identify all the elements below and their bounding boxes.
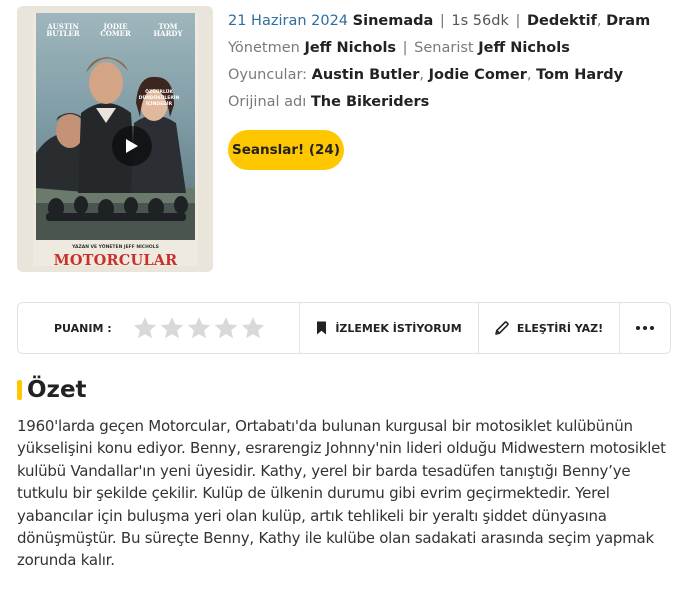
star-rating — [132, 315, 266, 341]
writer-link[interactable]: Jeff Nichols — [478, 40, 570, 56]
pencil-icon — [495, 321, 509, 335]
more-options-button[interactable] — [620, 303, 670, 353]
poster-card: AUSTIN BUTLER JODIE COMER TOM HARDY ÖZGÜ… — [17, 6, 213, 272]
actor-link[interactable]: Jodie Comer — [429, 67, 527, 83]
critique-label: ELEŞTİRİ YAZ! — [516, 321, 604, 335]
status-label: Sinemada — [352, 13, 434, 29]
director-link[interactable]: Jeff Nichols — [304, 40, 396, 56]
rating-section: PUANIM : — [18, 303, 300, 353]
summary-title: Özet — [27, 377, 87, 403]
duration: 1s 56dk — [451, 13, 509, 29]
writer-label: Senarist — [414, 40, 474, 56]
director-label: Yönetmen — [228, 40, 300, 56]
genre-link[interactable]: Dram — [606, 13, 650, 29]
crew-row: Yönetmen Jeff Nichols | Senarist Jeff Ni… — [228, 40, 570, 56]
watchlist-button[interactable]: İZLEMEK İSTİYORUM — [300, 303, 479, 353]
cast-row: Oyuncular: Austin Butler, Jodie Comer, T… — [228, 67, 624, 83]
poster-credit: YAZAN VE YÖNETEN JEFF NICHOLS — [72, 245, 159, 250]
star-icon[interactable] — [132, 315, 158, 341]
cast-label: Oyuncular: — [228, 67, 308, 83]
meta-row: 21 Haziran 2024 Sinemada | 1s 56dk | Ded… — [228, 13, 651, 29]
star-icon[interactable] — [213, 315, 239, 341]
play-icon — [126, 139, 138, 153]
poster-image — [36, 13, 195, 240]
original-title-label: Orijinal adı — [228, 94, 307, 110]
rating-label: PUANIM : — [54, 321, 112, 335]
poster-actor-3: TOM HARDY — [153, 22, 183, 38]
star-icon[interactable] — [159, 315, 185, 341]
actor-link[interactable]: Austin Butler — [312, 67, 420, 83]
accent-bar — [17, 380, 22, 400]
star-icon[interactable] — [186, 315, 212, 341]
original-title-row: Orijinal adı The Bikeriders — [228, 92, 668, 119]
original-title: The Bikeriders — [310, 94, 430, 110]
write-critique-button[interactable]: ELEŞTİRİ YAZ! — [479, 303, 620, 353]
movie-info: 21 Haziran 2024 Sinemada | 1s 56dk | Ded… — [228, 11, 668, 119]
poster-actor-2: JODIE COMER — [100, 22, 131, 38]
action-bar: PUANIM : İZLEMEK İSTİYORUM ELEŞTİRİ YAZ! — [17, 302, 671, 354]
sessions-button[interactable]: Seanslar! (24) — [228, 130, 344, 170]
genre-link[interactable]: Dedektif — [527, 13, 597, 29]
play-trailer-button[interactable] — [112, 126, 152, 166]
star-icon[interactable] — [240, 315, 266, 341]
poster-tagline: ÖZGÜRLÜK DÜNDÜKÜLERİN İÇİNDEDİR — [138, 90, 180, 107]
watchlist-label: İZLEMEK İSTİYORUM — [335, 321, 462, 335]
summary-heading: Özet — [17, 375, 87, 405]
summary-text: 1960'larda geçen Motorcular, Ortabatı'da… — [17, 417, 666, 570]
more-dots-icon — [636, 326, 654, 330]
release-date[interactable]: 21 Haziran 2024 — [228, 13, 348, 29]
poster-title: MOTORCULAR — [53, 252, 178, 266]
actor-link[interactable]: Tom Hardy — [536, 67, 623, 83]
bookmark-icon — [317, 321, 327, 335]
poster-actor-1: AUSTIN BUTLER — [46, 22, 80, 38]
